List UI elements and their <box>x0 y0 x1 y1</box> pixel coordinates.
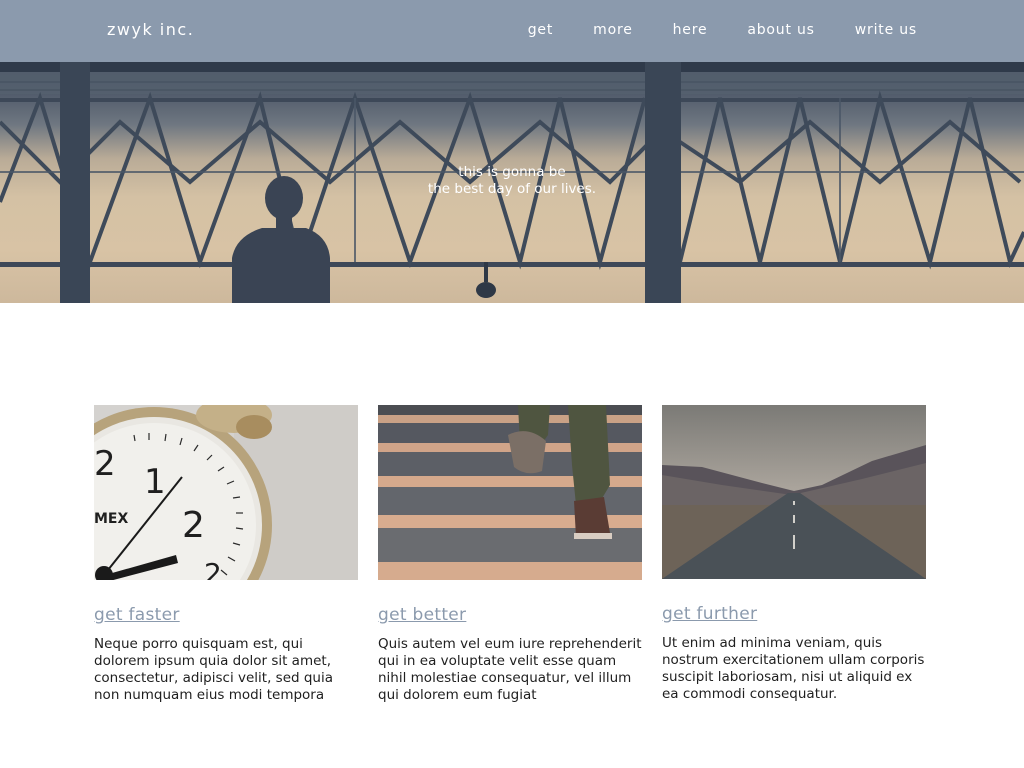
nav-link-more[interactable]: more <box>593 22 632 38</box>
hero-banner: this is gonna be the best day of our liv… <box>0 62 1024 303</box>
hero-tagline: this is gonna be the best day of our liv… <box>0 164 1024 198</box>
brand-logo[interactable]: zwyk inc. <box>107 20 194 39</box>
feature-card-faster: 2 1 2 MEX 2 get faster Neque porro quisq… <box>94 405 358 704</box>
card-title-link[interactable]: get further <box>662 604 926 624</box>
empty-road-image <box>662 405 926 579</box>
clock-numeral: 1 <box>144 462 166 502</box>
hero-tagline-line-2: the best day of our lives. <box>427 181 597 197</box>
stairs-walking-image <box>378 405 642 580</box>
hero-tagline-line-1: this is gonna be <box>458 164 566 180</box>
top-navigation-bar: zwyk inc. get more here about us write u… <box>0 0 1024 62</box>
card-title-link[interactable]: get faster <box>94 605 358 625</box>
feature-card-better: get better Quis autem vel eum iure repre… <box>378 405 642 704</box>
clock-numeral: 2 <box>182 505 205 546</box>
card-description: Neque porro quisquam est, qui dolorem ip… <box>94 636 334 703</box>
alarm-clock-image: 2 1 2 MEX 2 <box>94 405 358 580</box>
nav-link-get[interactable]: get <box>528 22 553 38</box>
clock-numeral: 2 <box>204 557 222 580</box>
card-title-link[interactable]: get better <box>378 605 642 625</box>
feature-card-further: get further Ut enim ad minima veniam, qu… <box>662 405 926 703</box>
clock-numeral: 2 <box>94 444 116 484</box>
main-nav: get more here about us write us <box>528 22 917 38</box>
nav-link-about-us[interactable]: about us <box>747 22 814 38</box>
card-description: Ut enim ad minima veniam, quis nostrum e… <box>662 635 925 702</box>
card-description: Quis autem vel eum iure reprehenderit qu… <box>378 636 642 703</box>
nav-link-here[interactable]: here <box>673 22 708 38</box>
nav-link-write-us[interactable]: write us <box>855 22 917 38</box>
clock-brand-text: MEX <box>94 511 128 527</box>
